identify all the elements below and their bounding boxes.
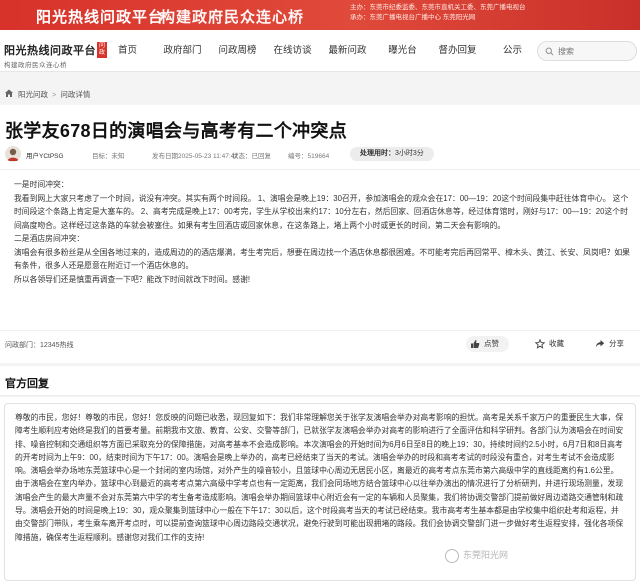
nav-item-exposure[interactable]: 曝光台 — [375, 30, 430, 72]
nav-item-departments[interactable]: 政府部门 — [155, 30, 210, 72]
nav-menu: 首页 政府部门 问政周榜 在线访谈 最新问政 曝光台 督办回复 公示 — [100, 30, 540, 72]
home-icon — [5, 89, 13, 97]
banner-meta-line2: 承办：东莞广播电视台广播中心 东莞阳光网 — [350, 14, 476, 21]
post-info: 用户YCtPSG 目标：未知 发布日期2025-05-23 11:47:42 状… — [5, 145, 635, 165]
official-reply-title: 官方回复 — [5, 378, 49, 390]
process-time-label: 处理用时： — [360, 150, 395, 157]
watermark: 东莞阳光网 — [445, 548, 508, 568]
post-status: 状态：已回复 — [232, 153, 271, 160]
process-time-badge: 处理用时：3小时3分 — [350, 147, 434, 161]
collect-label: 收藏 — [549, 339, 564, 348]
breadcrumb-current: 问政详情 — [60, 90, 91, 99]
like-button[interactable]: 点赞 — [466, 336, 509, 352]
star-icon — [535, 339, 545, 349]
share-button[interactable]: 分享 — [591, 336, 634, 352]
post-target: 目标：未知 — [92, 153, 125, 160]
breadcrumb-separator: > — [52, 90, 57, 99]
post-number: 编号：519664 — [288, 153, 330, 160]
breadcrumb-home[interactable]: 阳光问政 — [18, 90, 48, 99]
post-paragraph: 所以各领导们还是慎重再调查一下吧？能改下时间就改下时间。感谢! — [14, 274, 251, 284]
watermark-logo-icon — [445, 548, 459, 563]
post-author[interactable]: 用户YCtPSG — [26, 150, 64, 160]
post-paragraph: 二是酒店房间冲突： — [14, 234, 85, 243]
watermark-text: 东莞阳光网 — [463, 550, 509, 560]
page-title: 张学友678日的演唱会与高考有二个冲突点 — [5, 121, 348, 141]
thumbs-up-icon — [471, 340, 480, 348]
nav-item-supervision[interactable]: 督办回复 — [430, 30, 485, 72]
share-label: 分享 — [609, 339, 624, 348]
post-body: 一是时间冲突： 我看到网上大家只考虑了一个时间，说没有冲突。其实有两个时间段。 … — [14, 178, 634, 286]
avatar — [5, 146, 21, 162]
banner-title: 阳光热线问政平台 — [36, 9, 165, 26]
site-logo[interactable]: 阳光热线问政平台 问政 构建政府民众连心桥 — [4, 42, 107, 69]
nav-item-announcement[interactable]: 公示 — [485, 30, 540, 72]
official-reply-card: 尊敬的市民，您好！尊敬的市民，您好！您反映的问题已收悉，现回复如下：我们非常理解… — [0, 397, 640, 581]
breadcrumb: 阳光问政 > 问政详情 — [0, 84, 640, 104]
post-department: 问政部门：12345热线 — [5, 342, 74, 349]
post-paragraph: 演唱会有很多粉丝是从全国各地过来的，造成周边的的酒店爆满，考生考完后，想要在周边… — [14, 247, 630, 271]
post-date: 发布日期2025-05-23 11:47:42 — [152, 153, 238, 160]
official-reply-header: 官方回复 — [0, 366, 640, 396]
like-label: 点赞 — [484, 339, 499, 348]
nav-item-online-interview[interactable]: 在线访谈 — [265, 30, 320, 72]
official-reply-text: 尊敬的市民，您好！尊敬的市民，您好！您反映的问题已收悉，现回复如下：我们非常理解… — [4, 403, 636, 581]
logo-name: 阳光热线问政平台 — [4, 45, 96, 57]
nav-item-weekly-ranking[interactable]: 问政周榜 — [210, 30, 265, 72]
share-icon — [595, 340, 605, 348]
banner-meta: 主办：东莞市纪委监委、东莞市直机关工委、东莞广播电视台 承办：东莞广播电视台广播… — [350, 3, 526, 23]
nav-item-latest[interactable]: 最新问政 — [320, 30, 375, 72]
post-footer: 问政部门：12345热线 点赞 收藏 分享 — [0, 330, 640, 358]
question-card: 张学友678日的演唱会与高考有二个冲突点 用户YCtPSG 目标：未知 发布日期… — [0, 105, 640, 363]
banner-meta-line1: 主办：东莞市纪委监委、东莞市直机关工委、东莞广播电视台 — [350, 4, 526, 11]
top-banner: 阳光热线问政平台 构建政府民众连心桥 主办：东莞市纪委监委、东莞市直机关工委、东… — [0, 0, 640, 30]
divider — [0, 169, 640, 170]
process-time-value: 3小时3分 — [395, 150, 424, 157]
collect-button[interactable]: 收藏 — [531, 336, 574, 352]
avatar-icon — [7, 148, 19, 161]
logo-subtitle: 构建政府民众连心桥 — [4, 62, 67, 69]
search-icon — [545, 47, 554, 56]
post-paragraph: 我看到网上大家只考虑了一个时间，说没有冲突。其实有两个时间段。 1、演唱会是晚上… — [14, 193, 629, 230]
post-paragraph: 一是时间冲突： — [14, 180, 69, 189]
search-input[interactable] — [558, 44, 634, 58]
banner-slogan: 构建政府民众连心桥 — [160, 9, 305, 26]
main-nav: 阳光热线问政平台 问政 构建政府民众连心桥 首页 政府部门 问政周榜 在线访谈 最… — [0, 30, 640, 72]
search-box[interactable] — [537, 41, 637, 61]
nav-item-home[interactable]: 首页 — [100, 30, 155, 72]
